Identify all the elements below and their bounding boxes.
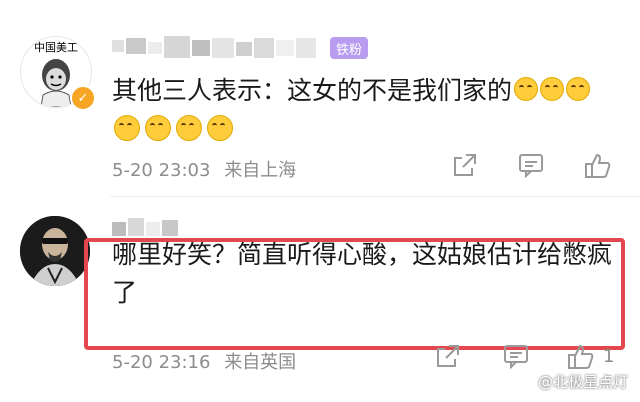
svg-text:中国美工: 中国美工 (34, 41, 78, 54)
laugh-cry-emoji-icon (566, 77, 591, 101)
username-mosaic[interactable] (112, 34, 322, 64)
avatar[interactable] (20, 216, 90, 286)
laugh-cry-emoji-icon (145, 115, 171, 141)
emoji-row (112, 115, 236, 143)
share-icon[interactable] (435, 343, 461, 375)
comment-text: 其他三人表示：这女的不是我们家的 (112, 72, 622, 110)
like-icon[interactable] (584, 152, 612, 186)
laugh-cry-emoji-icon (176, 115, 202, 141)
comment-location: 来自上海 (224, 160, 297, 181)
comment-text: 哪里好笑？简直听得心酸，这姑娘估计给憋疯了 (112, 240, 613, 307)
comment-location: 来自英国 (224, 352, 297, 373)
share-icon[interactable] (452, 152, 478, 184)
comment-time: 5-20 23:16 (112, 352, 211, 373)
watermark: @北极星点灯 (537, 373, 628, 391)
like-count: 1 (603, 346, 615, 367)
comment-1: 中国美工 ✓ 铁粉 其他三人表示：这女的不是我们家的 5-20 23:03 来自… (0, 0, 640, 196)
laugh-cry-emoji-icon (207, 115, 233, 141)
laugh-cry-emoji-icon (540, 77, 565, 101)
laugh-cry-emoji-icon (514, 77, 539, 101)
laugh-cry-emoji-icon (114, 115, 140, 141)
username-mosaic[interactable] (112, 216, 182, 238)
reply-icon[interactable] (503, 343, 529, 375)
comment-meta: 5-20 23:03 来自上海 (112, 156, 296, 182)
verified-icon: ✓ (70, 85, 96, 111)
comment-meta: 5-20 23:16 来自英国 (112, 348, 296, 374)
fan-badge: 铁粉 (330, 37, 369, 59)
reply-icon[interactable] (518, 152, 544, 184)
comment-time: 5-20 23:03 (112, 160, 211, 181)
